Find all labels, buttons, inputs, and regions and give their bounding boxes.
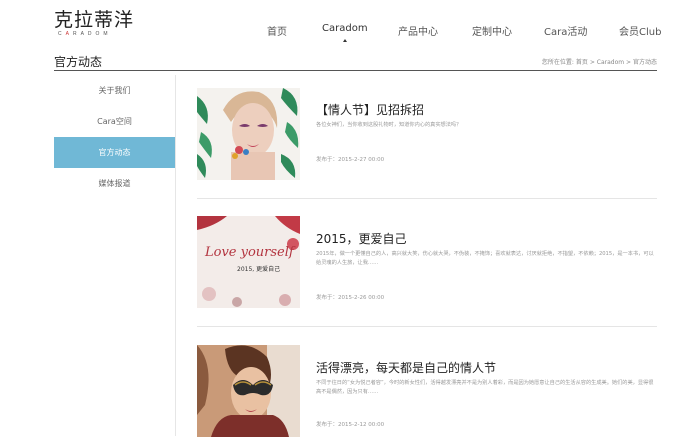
site-header: 克拉蒂洋 CARADOM 首页 Caradom 产品中心 定制中心 Cara活动… — [0, 0, 697, 48]
nav-member-club[interactable]: 会员Club — [619, 23, 661, 38]
sidebar-item-media-reports[interactable]: 媒体报道 — [54, 168, 175, 199]
main-nav: 首页 Caradom 产品中心 定制中心 Cara活动 会员Club — [0, 23, 697, 43]
news-item: 活得漂亮，每天都是自己的情人节 不同于往日的“女为悦己者容”，今时的新女性们，活… — [197, 345, 657, 437]
news-date: 发布于：2015-2-12 00:00 — [316, 422, 385, 428]
divider — [197, 198, 657, 199]
nav-home[interactable]: 首页 — [267, 23, 287, 38]
news-thumbnail[interactable] — [197, 345, 300, 437]
news-thumbnail[interactable]: Love yourself 2015, 更爱自己 — [197, 216, 300, 308]
sidebar: 关于我们 Cara空间 官方动态 媒体报道 — [54, 75, 176, 436]
news-thumbnail[interactable] — [197, 88, 300, 180]
news-item: 【情人节】见招拆招 各位女神们，当你收到这股礼物时，知道你内心的真实想法吗？ 发… — [197, 88, 657, 180]
news-title[interactable]: 活得漂亮，每天都是自己的情人节 — [316, 359, 496, 376]
love-yourself-banner-image: Love yourself 2015, 更爱自己 — [197, 216, 300, 308]
breadcrumb-current: 官方动态 — [632, 59, 657, 66]
sidebar-item-cara-space[interactable]: Cara空间 — [54, 106, 175, 137]
divider — [197, 326, 657, 327]
svg-text:Love yourself: Love yourself — [204, 245, 296, 260]
news-date: 发布于：2015-2-26 00:00 — [316, 295, 385, 301]
news-title[interactable]: 2015，更爱自己 — [316, 230, 407, 247]
breadcrumb: 您所在位置: 首页 > Caradom > 官方动态 — [541, 59, 657, 66]
news-summary: 各位女神们，当你收到这股礼物时，知道你内心的真实想法吗？ — [316, 122, 462, 128]
title-bar: 官方动态 您所在位置: 首页 > Caradom > 官方动态 — [54, 52, 657, 71]
active-indicator-icon — [342, 39, 347, 42]
news-summary: 2015年，做一个更懂自己的人，高兴就大笑，伤心就大哭，不伪装，不掩饰；喜欢就表… — [316, 251, 654, 266]
breadcrumb-caradom[interactable]: Caradom — [597, 59, 624, 66]
news-title[interactable]: 【情人节】见招拆招 — [316, 101, 424, 118]
news-summary: 不同于往日的“女为悦己者容”，今时的新女性们，活得越发漂亮并不是为别人着彩，而是… — [316, 380, 654, 395]
nav-cara-events[interactable]: Cara活动 — [544, 23, 587, 38]
news-item: Love yourself 2015, 更爱自己 2015，更爱自己 2015年… — [197, 216, 657, 308]
svg-text:2015, 更爱自己: 2015, 更爱自己 — [237, 265, 280, 273]
news-date: 发布于：2015-2-27 00:00 — [316, 157, 385, 163]
sidebar-item-about[interactable]: 关于我们 — [54, 75, 175, 106]
masked-woman-image — [197, 345, 300, 437]
sidebar-item-official-news[interactable]: 官方动态 — [54, 137, 175, 168]
nav-custom[interactable]: 定制中心 — [472, 23, 512, 38]
page-title: 官方动态 — [54, 55, 103, 69]
breadcrumb-home[interactable]: 首页 — [576, 59, 588, 66]
woman-portrait-image — [197, 88, 300, 180]
nav-products[interactable]: 产品中心 — [398, 23, 438, 38]
nav-caradom[interactable]: Caradom — [322, 23, 368, 42]
